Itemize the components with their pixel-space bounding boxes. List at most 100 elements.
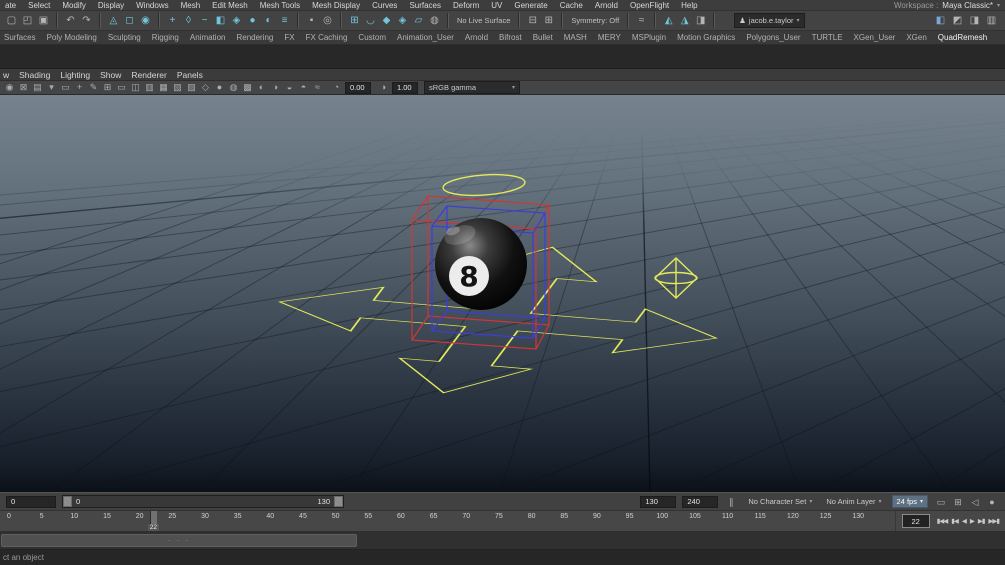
step-forward-frame-button[interactable]: ▶▮	[977, 517, 986, 525]
pan-zoom-icon[interactable]: +	[73, 81, 86, 94]
playblast-grid-icon[interactable]: ⊞	[951, 495, 965, 509]
workspace-value[interactable]: Maya Classic*	[942, 1, 993, 10]
grid-toggle-icon[interactable]: ⊞	[101, 81, 114, 94]
shelf-tab-rigging[interactable]: Rigging	[152, 33, 179, 42]
shelf-tab-fx-caching[interactable]: FX Caching	[306, 33, 348, 42]
menu-item-arnold[interactable]: Arnold	[595, 1, 618, 10]
menu-item-windows[interactable]: Windows	[136, 1, 168, 10]
new-scene-icon[interactable]: ▢	[4, 13, 19, 28]
go-to-start-button[interactable]: ▮◀◀	[936, 517, 949, 525]
viewport[interactable]: 8	[0, 95, 1005, 492]
panel-menu-w[interactable]: w	[3, 70, 9, 80]
gamma-field[interactable]: 1.00	[392, 81, 418, 94]
bookmark-icon[interactable]: ▾	[45, 81, 58, 94]
gate-mask-icon[interactable]: ▥	[143, 81, 156, 94]
current-time-field[interactable]: 22	[901, 514, 930, 528]
shelf-tab-fx[interactable]: FX	[284, 33, 294, 42]
gamma-control[interactable]: ◑ 1.00	[377, 81, 418, 94]
play-forwards-button[interactable]: ▶	[969, 517, 975, 525]
play-backwards-button[interactable]: ◀	[961, 517, 967, 525]
snap-to-view-plane-icon[interactable]: ▱	[411, 13, 426, 28]
menu-item-edit-mesh[interactable]: Edit Mesh	[212, 1, 248, 10]
range-left-handle[interactable]	[63, 496, 72, 507]
shelf-tab-motion-graphics[interactable]: Motion Graphics	[677, 33, 735, 42]
select-by-component-icon[interactable]: ◉	[138, 13, 153, 28]
user-account-dropdown[interactable]: ♟ jacob.e.taylor ▾	[734, 13, 805, 28]
construction-history-icon[interactable]: ≈	[634, 13, 649, 28]
range-right-handle[interactable]	[334, 496, 343, 507]
handles-mask-icon[interactable]: +	[165, 13, 180, 28]
eight-ball[interactable]: 8	[435, 218, 527, 310]
time-slider[interactable]: 22 0 5 10 15 20 25 30 35 40 45 50 55 60 65 70 75 80 85 90 9…	[0, 511, 1005, 532]
exposure-field[interactable]: 0.00	[345, 81, 371, 94]
lock-camera-icon[interactable]: ⊠	[17, 81, 30, 94]
shelf-tab-bullet[interactable]: Bullet	[533, 33, 553, 42]
misc-mask-icon[interactable]: ≡	[277, 13, 292, 28]
shadows-icon[interactable]: ◑	[269, 81, 282, 94]
menu-item-uv[interactable]: UV	[491, 1, 502, 10]
hypershade-icon[interactable]: ◩	[950, 13, 965, 28]
textured-icon[interactable]: ▩	[241, 81, 254, 94]
select-camera-icon[interactable]: ◉	[3, 81, 16, 94]
curves-mask-icon[interactable]: ~	[197, 13, 212, 28]
snap-to-curve-icon[interactable]: ◡	[363, 13, 378, 28]
set-key-icon[interactable]: ∥	[724, 495, 738, 509]
menu-item-deform[interactable]: Deform	[453, 1, 479, 10]
safe-action-icon[interactable]: ▧	[171, 81, 184, 94]
exposure-control[interactable]: ◔ 0.00	[330, 81, 371, 94]
attribute-editor-icon[interactable]: ◨	[967, 13, 982, 28]
menu-item-openflight[interactable]: OpenFlight	[630, 1, 669, 10]
menu-item-display[interactable]: Display	[98, 1, 124, 10]
use-all-lights-icon[interactable]: ◐	[255, 81, 268, 94]
menu-item-generate[interactable]: Generate	[514, 1, 547, 10]
timeline-scrollbar-thumb[interactable]: · · ·	[1, 534, 357, 547]
menu-item-cache[interactable]: Cache	[560, 1, 583, 10]
shelf-tab-polygons-user[interactable]: Polygons_User	[746, 33, 800, 42]
resolution-gate-icon[interactable]: ◫	[129, 81, 142, 94]
playback-range-slider[interactable]: 0 130	[62, 495, 344, 508]
modeling-toolkit-icon[interactable]: ◧	[933, 13, 948, 28]
deformations-mask-icon[interactable]: ◈	[229, 13, 244, 28]
camera-attributes-icon[interactable]: ▤	[31, 81, 44, 94]
shelf-tab-custom[interactable]: Custom	[358, 33, 386, 42]
exposure-icon[interactable]: ◔	[330, 81, 343, 94]
panel-menu-shading[interactable]: Shading	[19, 70, 50, 80]
save-scene-icon[interactable]: ▣	[36, 13, 51, 28]
image-plane-icon[interactable]: ▭	[59, 81, 72, 94]
joints-mask-icon[interactable]: ◊	[181, 13, 196, 28]
wireframe-on-shaded-icon[interactable]: ◍	[227, 81, 240, 94]
shelf-tab-mery[interactable]: MERY	[598, 33, 621, 42]
panel-menu-panels[interactable]: Panels	[177, 70, 203, 80]
select-by-hierarchy-icon[interactable]: ◬	[106, 13, 121, 28]
render-current-frame-icon[interactable]: ◭	[661, 13, 676, 28]
safe-title-icon[interactable]: ▨	[185, 81, 198, 94]
lock-selection-icon[interactable]: ▪	[304, 13, 319, 28]
menu-item-mesh[interactable]: Mesh	[181, 1, 201, 10]
step-back-frame-button[interactable]: ▮◀	[950, 517, 959, 525]
shelf-tab-msplugin[interactable]: MSPlugin	[632, 33, 666, 42]
workspace-switcher[interactable]: Workspace : Maya Classic* ▾	[894, 1, 1000, 10]
playback-start-field[interactable]: 130	[640, 495, 677, 508]
wireframe-icon[interactable]: ◇	[199, 81, 212, 94]
menu-item-modify[interactable]: Modify	[62, 1, 86, 10]
animation-start-field[interactable]: 0	[6, 495, 56, 508]
shelf-tab-bifrost[interactable]: Bifrost	[499, 33, 522, 42]
undo-icon[interactable]: ↶	[63, 13, 78, 28]
shelf-content[interactable]	[0, 45, 1005, 69]
timeline-scrollbar[interactable]: · · ·	[0, 532, 1005, 550]
comment-icon[interactable]: ▭	[934, 495, 948, 509]
shelf-tab-rendering[interactable]: Rendering	[236, 33, 273, 42]
anim-layer-dropdown[interactable]: No Anim Layer ▾	[822, 495, 885, 508]
locator-octahedron[interactable]	[653, 257, 699, 299]
shelf-tab-surfaces[interactable]: Surfaces	[4, 33, 36, 42]
menu-item-mesh-tools[interactable]: Mesh Tools	[260, 1, 300, 10]
output-connections-icon[interactable]: ⊞	[541, 13, 556, 28]
field-chart-icon[interactable]: ▦	[157, 81, 170, 94]
redo-icon[interactable]: ↷	[79, 13, 94, 28]
ipr-render-icon[interactable]: ◮	[677, 13, 692, 28]
snap-to-point-icon[interactable]: ◆	[379, 13, 394, 28]
anti-aliasing-icon[interactable]: ≈	[311, 81, 324, 94]
grease-pencil-icon[interactable]: ✎	[87, 81, 100, 94]
current-time-marker[interactable]: 22	[147, 511, 159, 531]
snap-to-grid-icon[interactable]: ⊞	[347, 13, 362, 28]
